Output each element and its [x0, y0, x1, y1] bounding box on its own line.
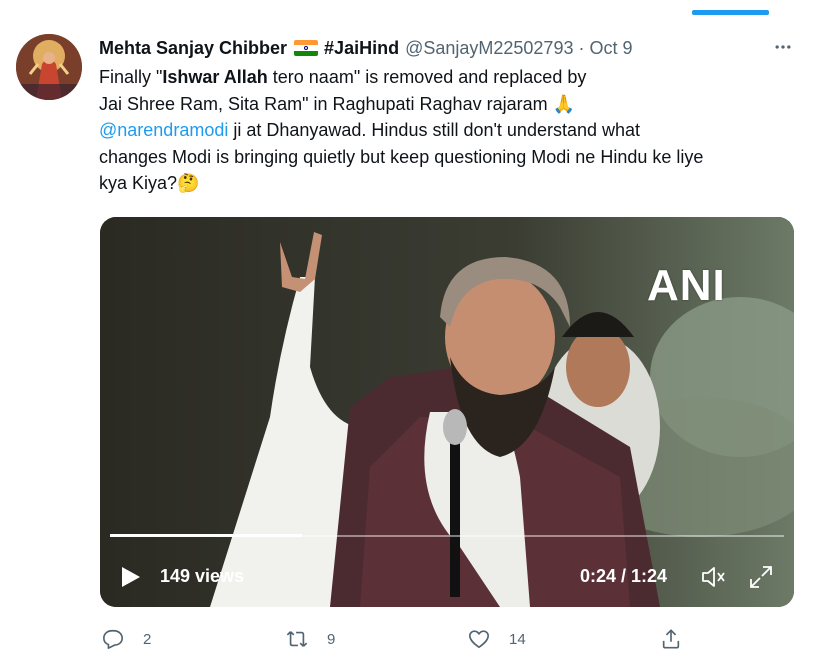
author-name[interactable]: Mehta Sanjay Chibber — [99, 38, 287, 59]
tweet-text-line-3: @narendramodi ji at Dhanyawad. Hindus st… — [99, 120, 641, 140]
retweet-icon — [286, 631, 308, 647]
avatar[interactable] — [16, 34, 82, 100]
fullscreen-icon[interactable] — [748, 564, 774, 590]
video-player[interactable]: ANI 149 views 0:24 / 1:24 — [100, 217, 794, 607]
more-dots-icon[interactable] — [772, 36, 794, 58]
separator-dot: · — [578, 37, 585, 58]
like-button[interactable]: 14 — [468, 626, 526, 652]
tweet-text-line-4: changes Modi is bringing quietly but kee… — [99, 146, 704, 167]
retweet-count: 9 — [327, 630, 336, 648]
tweet-text-line-5: kya Kiya?🤔 — [99, 173, 200, 193]
reply-count: 2 — [143, 630, 152, 648]
video-watermark: ANI — [647, 261, 726, 310]
volume-icon[interactable] — [700, 564, 726, 590]
like-count: 14 — [509, 630, 526, 648]
tweet-text-line-1: Finally "Ishwar Allah tero naam" is remo… — [99, 67, 587, 87]
tweet-text-line-2: Jai Shree Ram, Sita Ram" in Raghupati Ra… — [99, 93, 576, 114]
reply-icon — [103, 629, 123, 649]
tweet-text: Finally "Ishwar Allah tero naam" is remo… — [99, 64, 799, 197]
author-handle[interactable]: @SanjayM22502793 — [405, 38, 573, 59]
tweet[interactable]: Mehta Sanjay Chibber #JaiHind @SanjayM22… — [0, 0, 819, 665]
play-icon[interactable] — [118, 565, 142, 589]
retweet-button[interactable]: 9 — [286, 626, 335, 652]
video-time: 0:24 / 1:24 — [580, 566, 668, 586]
author-hashtag: #JaiHind — [324, 37, 400, 58]
like-icon — [469, 630, 489, 649]
mention-link[interactable]: @narendramodi — [99, 120, 228, 140]
video-progress-fill — [110, 534, 303, 537]
tweet-header: Mehta Sanjay Chibber #JaiHind @SanjayM22… — [99, 36, 632, 60]
bold-phrase: Ishwar Allah — [162, 67, 268, 87]
india-flag-icon — [294, 40, 319, 56]
avatar-image — [16, 34, 82, 100]
reply-button[interactable]: 2 — [102, 626, 151, 652]
share-button[interactable] — [660, 626, 682, 652]
tweet-actions: 2 9 14 — [100, 626, 700, 652]
tweet-date[interactable]: Oct 9 — [589, 38, 632, 59]
share-icon — [662, 629, 680, 649]
video-views: 149 views — [160, 566, 245, 586]
